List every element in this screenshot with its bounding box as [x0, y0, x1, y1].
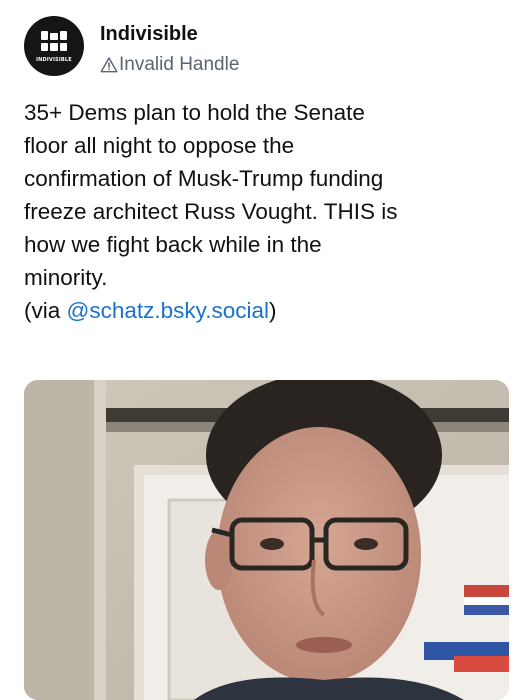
post-text-line: floor all night to oppose the: [24, 133, 295, 158]
avatar[interactable]: INDIVISIBLE: [24, 16, 84, 76]
post-header: INDIVISIBLE Indivisible Invalid Handle: [24, 14, 504, 76]
post-text-line: freeze architect Russ Vought. THIS is: [24, 199, 398, 224]
display-name[interactable]: Indivisible: [100, 23, 198, 46]
avatar-logo-text: INDIVISIBLE: [36, 57, 72, 63]
warning-triangle-icon: [100, 57, 118, 73]
via-prefix: (via: [24, 298, 67, 323]
post-card: INDIVISIBLE Indivisible Invalid Handle 3…: [0, 0, 532, 700]
indivisible-logo-icon: [41, 31, 67, 51]
mention-link[interactable]: @schatz.bsky.social: [67, 298, 270, 323]
post-text-line: minority.: [24, 265, 108, 290]
post-body: 35+ Dems plan to hold the Senate floor a…: [24, 96, 512, 327]
via-line: (via @schatz.bsky.social): [24, 294, 512, 327]
post-text-line: confirmation of Musk-Trump funding: [24, 166, 384, 191]
via-suffix: ): [269, 298, 277, 323]
post-text-line: how we fight back while in the: [24, 232, 322, 257]
post-text-line: 35+ Dems plan to hold the Senate: [24, 100, 365, 125]
video-frame-image: [24, 380, 509, 700]
handle-row[interactable]: Invalid Handle: [100, 52, 239, 78]
video-thumbnail[interactable]: [24, 380, 509, 700]
handle-text: Invalid Handle: [119, 54, 240, 75]
